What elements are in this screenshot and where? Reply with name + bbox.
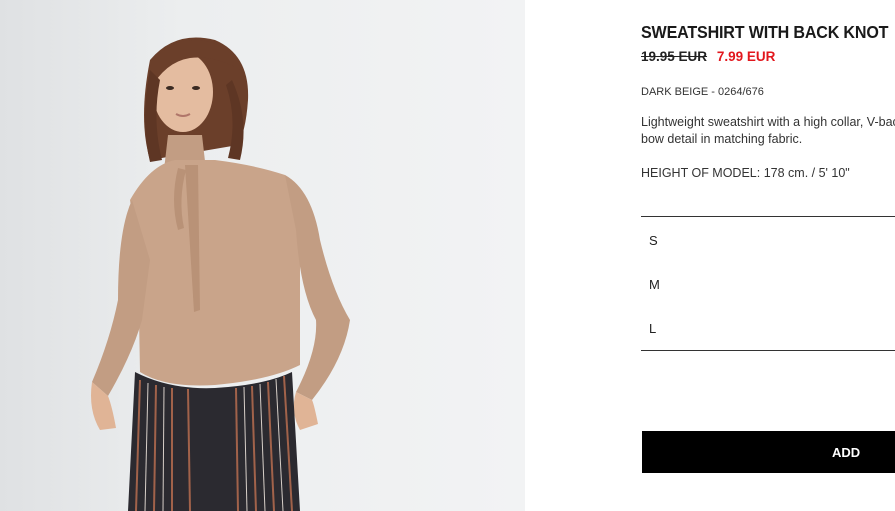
product-description: Lightweight sweatshirt with a high colla… (641, 115, 895, 146)
color-reference: DARK BEIGE - 0264/676 (641, 86, 764, 98)
original-price: 19.95 EUR (641, 49, 708, 64)
sale-price: 7.99 EUR (716, 49, 776, 64)
price-block: 19.95 EUR 7.99 EUR (641, 49, 775, 64)
size-option-s[interactable]: S (641, 219, 895, 263)
size-selector: S M L (641, 216, 895, 351)
model-height: HEIGHT OF MODEL: 178 cm. / 5' 10" (641, 166, 850, 180)
size-option-l[interactable]: L (641, 307, 895, 351)
size-option-m[interactable]: M (641, 263, 895, 307)
product-image (0, 0, 525, 511)
product-title: SWEATSHIRT WITH BACK KNOT (641, 22, 889, 42)
add-to-cart-button[interactable]: ADD (642, 431, 895, 473)
model-illustration (91, 37, 350, 511)
product-info: SWEATSHIRT WITH BACK KNOT 19.95 EUR 7.99… (641, 0, 895, 511)
